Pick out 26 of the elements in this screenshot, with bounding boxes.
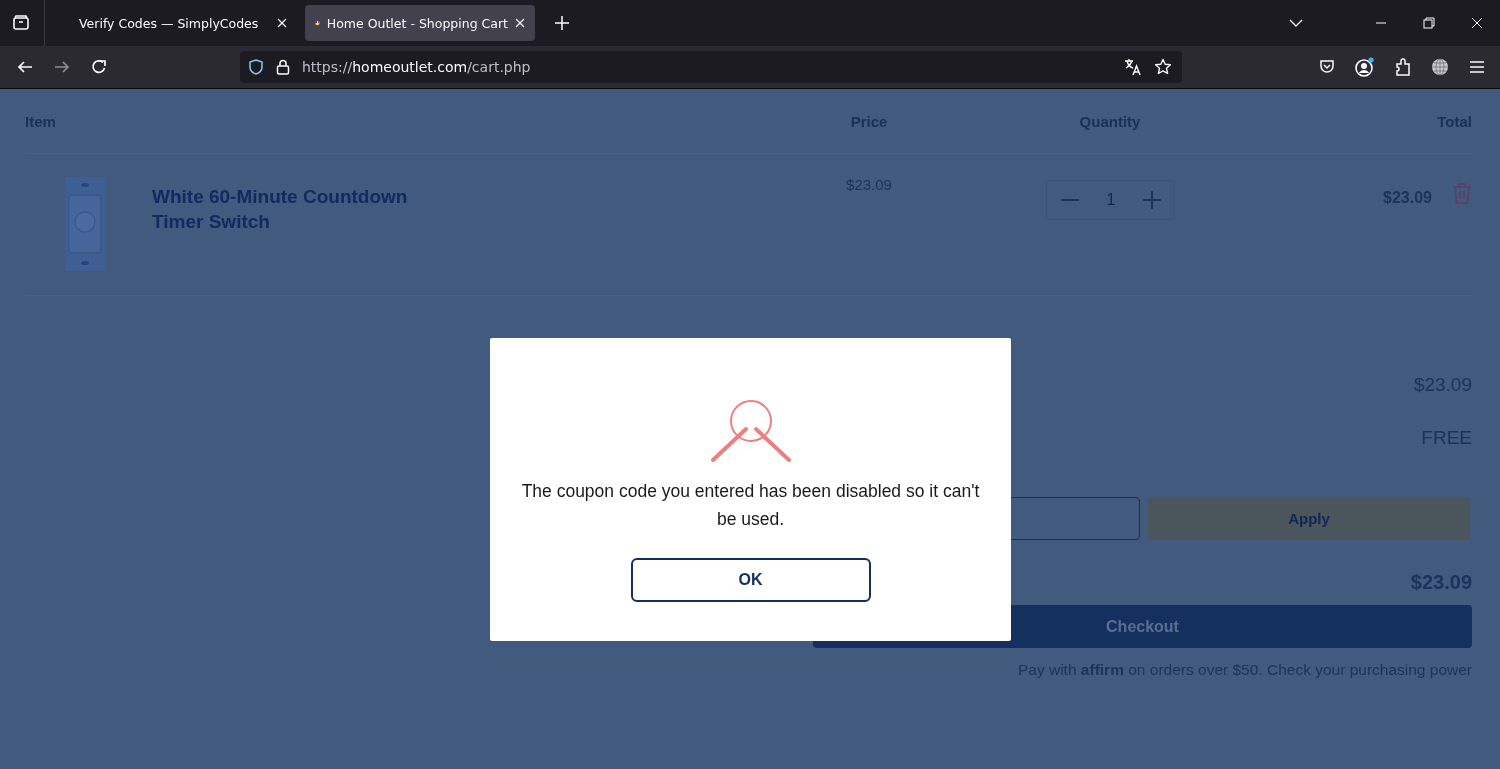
- pocket-icon[interactable]: [1319, 59, 1335, 75]
- globe-icon[interactable]: [1431, 58, 1449, 76]
- close-icon[interactable]: [1471, 17, 1483, 29]
- chevron-down-icon[interactable]: [1289, 19, 1303, 27]
- translate-icon[interactable]: [1124, 58, 1142, 76]
- browser-tab[interactable]: Verify Codes — SimplyCodes: [79, 5, 301, 41]
- account-icon[interactable]: [1355, 57, 1375, 77]
- dialog-message: The coupon code you entered has been disabled so it can't be used.: [520, 480, 981, 531]
- forward-arrow-icon[interactable]: [54, 59, 70, 75]
- shield-icon[interactable]: [248, 59, 264, 75]
- puzzle-piece-icon[interactable]: [1395, 58, 1411, 76]
- back-arrow-icon[interactable]: [17, 59, 33, 75]
- lock-icon[interactable]: [276, 59, 290, 75]
- magnifier-lines-icon: [710, 399, 791, 463]
- restore-icon[interactable]: [1423, 17, 1435, 29]
- menu-icon[interactable]: [1469, 60, 1485, 74]
- tab-overview-icon[interactable]: [12, 14, 30, 32]
- close-icon[interactable]: [277, 18, 287, 28]
- ok-button[interactable]: OK: [630, 558, 871, 602]
- browser-tab[interactable]: Home Outlet - Shopping Cart: [305, 5, 535, 41]
- close-icon[interactable]: [515, 18, 525, 28]
- new-tab-icon[interactable]: [555, 16, 569, 30]
- address-bar[interactable]: https://homeoutlet.com/cart.php: [240, 51, 1182, 83]
- reload-icon[interactable]: [91, 59, 107, 75]
- star-icon[interactable]: [1154, 58, 1172, 76]
- url-text: https://homeoutlet.com/cart.php: [302, 59, 532, 75]
